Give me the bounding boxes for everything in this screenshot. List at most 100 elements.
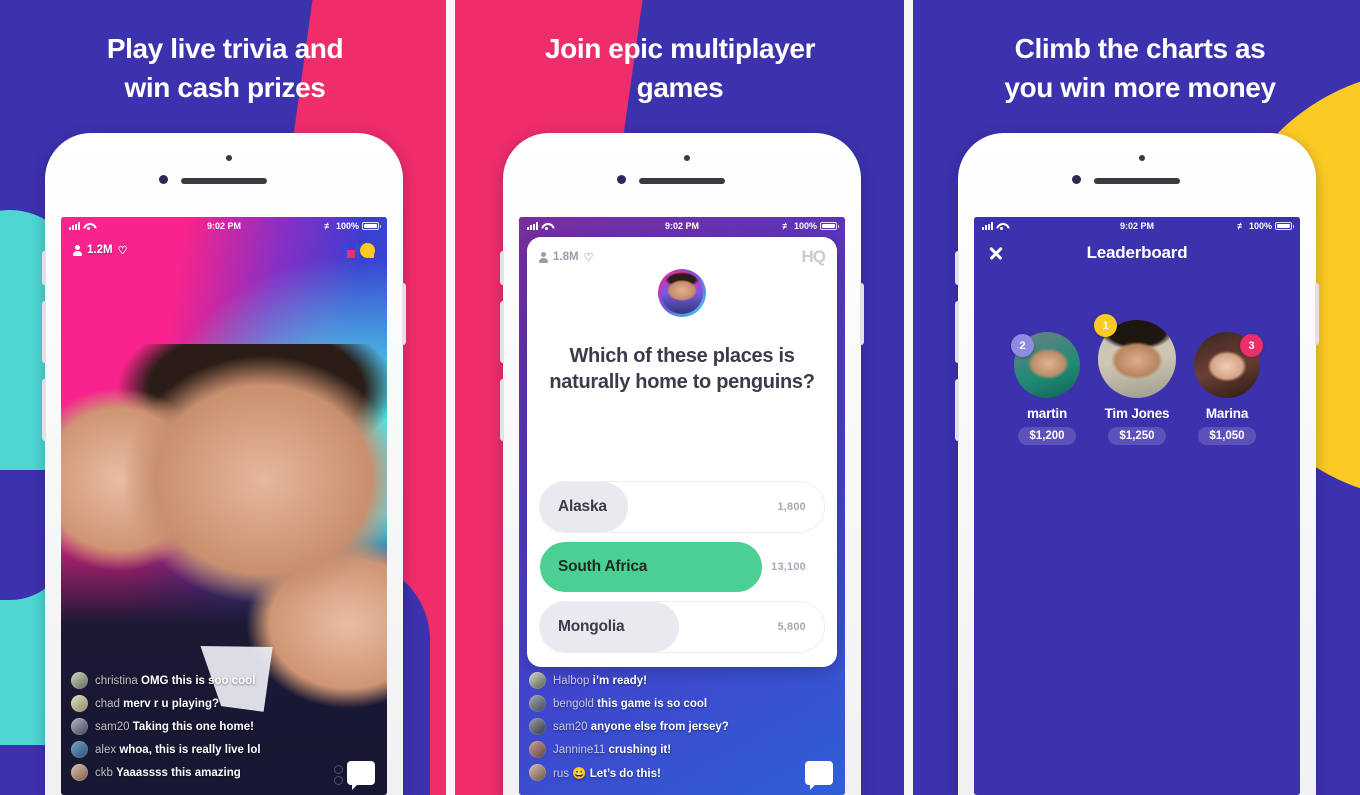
battery-icon [1275,221,1294,230]
chat-username: ckb [95,766,113,779]
chat-message: Jannine11 crushing it! [529,741,835,758]
phone-3-screen: 9:02 PM ≢ 100% Leaderboard This week All… [974,217,1300,795]
avatar [71,741,88,758]
chat-body: crushing it! [608,743,672,756]
hq-logo-q [360,242,375,258]
avatar: 3 [1194,332,1263,398]
chat-text: ckb Yaaassss this amazing [95,767,241,779]
viewer-count: 1.8M ♡ [539,251,593,264]
answer-label: Alaska [558,498,607,515]
answer-option-2[interactable]: South Africa 13,100 [539,541,825,593]
volume-up-button[interactable] [955,301,959,363]
heart-icon[interactable]: ♡ [118,244,128,257]
podium-second[interactable]: 2 martin $1,200 [1011,332,1080,445]
panel-2-headline: Join epic multiplayer games [544,33,816,103]
chat-username: sam20 [95,720,130,733]
chat-body: merv r u playing? [123,697,219,710]
chat-body: 😀 Let’s do this! [572,767,661,780]
avatar [529,764,546,781]
viewer-count: 1.2M ♡ [73,244,127,257]
live-chat-list-2[interactable]: Halbop i’m ready! bengold this game is s… [519,672,845,787]
chat-body: i’m ready! [592,674,647,687]
volume-up-button[interactable] [42,301,46,363]
volume-down-button[interactable] [500,379,504,441]
chat-message: christina OMG this is soo cool [71,672,377,689]
question-text: Which of these places is naturally home … [549,345,815,393]
question-card: 1.8M ♡ HQ Which of these places is natur… [527,237,837,667]
person-icon [539,251,548,263]
rank-badge: 1 [1094,314,1117,337]
answer-options[interactable]: Alaska 1,800 South Africa 13,100 Mongoli… [539,481,825,653]
podium-amount: $1,050 [1198,427,1256,445]
power-button[interactable] [1315,283,1319,345]
hq-wordmark: HQ [801,247,826,266]
avatar [529,672,546,689]
status-bar-2: 9:02 PM ≢ 100% [519,217,845,234]
chat-bubble-ghost [334,763,343,787]
chat-text: alex whoa, this is really live lol [95,744,261,756]
chat-text: sam20 Taking this one home! [95,721,254,733]
avatar [529,695,546,712]
answer-label: South Africa [558,558,648,575]
answer-option-1[interactable]: Alaska 1,800 [539,481,825,533]
avatar [71,672,88,689]
volume-down-button[interactable] [42,379,46,441]
chat-text: Halbop i’m ready! [553,675,647,687]
earpiece-speaker [1094,178,1180,184]
heart-icon[interactable]: ♡ [584,251,594,264]
chat-body: Taking this one home! [132,720,254,733]
podium-third[interactable]: 3 Marina $1,050 [1194,332,1263,445]
leaderboard-header: Leaderboard [974,234,1300,272]
phone-2-screen: 9:02 PM ≢ 100% 1.8M ♡ HQ Which of these … [519,217,845,795]
avatar [529,741,546,758]
mute-switch[interactable] [42,251,46,285]
rank-badge: 3 [1240,334,1263,357]
panel-separator-2 [904,0,913,795]
answer-count: 1,800 [777,501,806,513]
mute-switch[interactable] [955,251,959,285]
person-icon [73,244,82,256]
power-button[interactable] [402,283,406,345]
chat-message: alex whoa, this is really live lol [71,741,377,758]
podium-name: martin [1026,406,1068,421]
status-bar-3: 9:02 PM ≢ 100% [974,217,1300,234]
chat-body: OMG this is soo cool [141,674,256,687]
podium-first[interactable]: 1 Tim Jones $1,250 [1094,314,1176,445]
chat-username: Halbop [553,674,590,687]
panel-3-headline: Climb the charts as you win more money [1004,33,1276,103]
chat-bubble-icon[interactable] [805,761,833,790]
volume-up-button[interactable] [500,301,504,363]
chat-username: Jannine11 [553,743,606,756]
live-top-bar: 1.2M ♡ [61,237,387,263]
volume-down-button[interactable] [955,379,959,441]
answer-label: Mongolia [558,618,625,635]
front-camera-icon [159,175,168,184]
panel-separator-1 [446,0,455,795]
power-button[interactable] [860,283,864,345]
proximity-sensor-icon [226,155,232,161]
status-time: 9:02 PM [664,220,699,231]
chat-text: Jannine11 crushing it! [553,744,671,756]
chat-username: christina [95,674,138,687]
chat-message: ckb Yaaassss this amazing [71,764,377,781]
chat-message: chad merv r u playing? [71,695,377,712]
mute-switch[interactable] [500,251,504,285]
chat-text: rus 😀 Let’s do this! [553,766,661,780]
chat-username: sam20 [553,720,588,733]
avatar [71,764,88,781]
chat-message: sam20 anyone else from jersey? [529,718,835,735]
status-time: 9:02 PM [206,220,241,231]
chat-username: chad [95,697,120,710]
page-title: Leaderboard [1086,243,1188,262]
app-store-screenshot-set: Play live trivia and win cash prizes Joi… [0,0,1360,795]
answer-option-3[interactable]: Mongolia 5,800 [539,601,825,653]
phone-mockup-1: 9:02 PM ≢ 100% 1.2M ♡ christina OMG this… [42,133,406,795]
chat-bubble-icon[interactable] [347,761,375,790]
leaderboard-background [974,217,1300,795]
rank-badge: 2 [1011,334,1034,357]
battery-icon [362,221,381,230]
chat-username: bengold [553,697,594,710]
chat-message: rus 😀 Let’s do this! [529,764,835,781]
question-card-header: 1.8M ♡ HQ [539,247,826,267]
host-avatar [658,269,706,317]
